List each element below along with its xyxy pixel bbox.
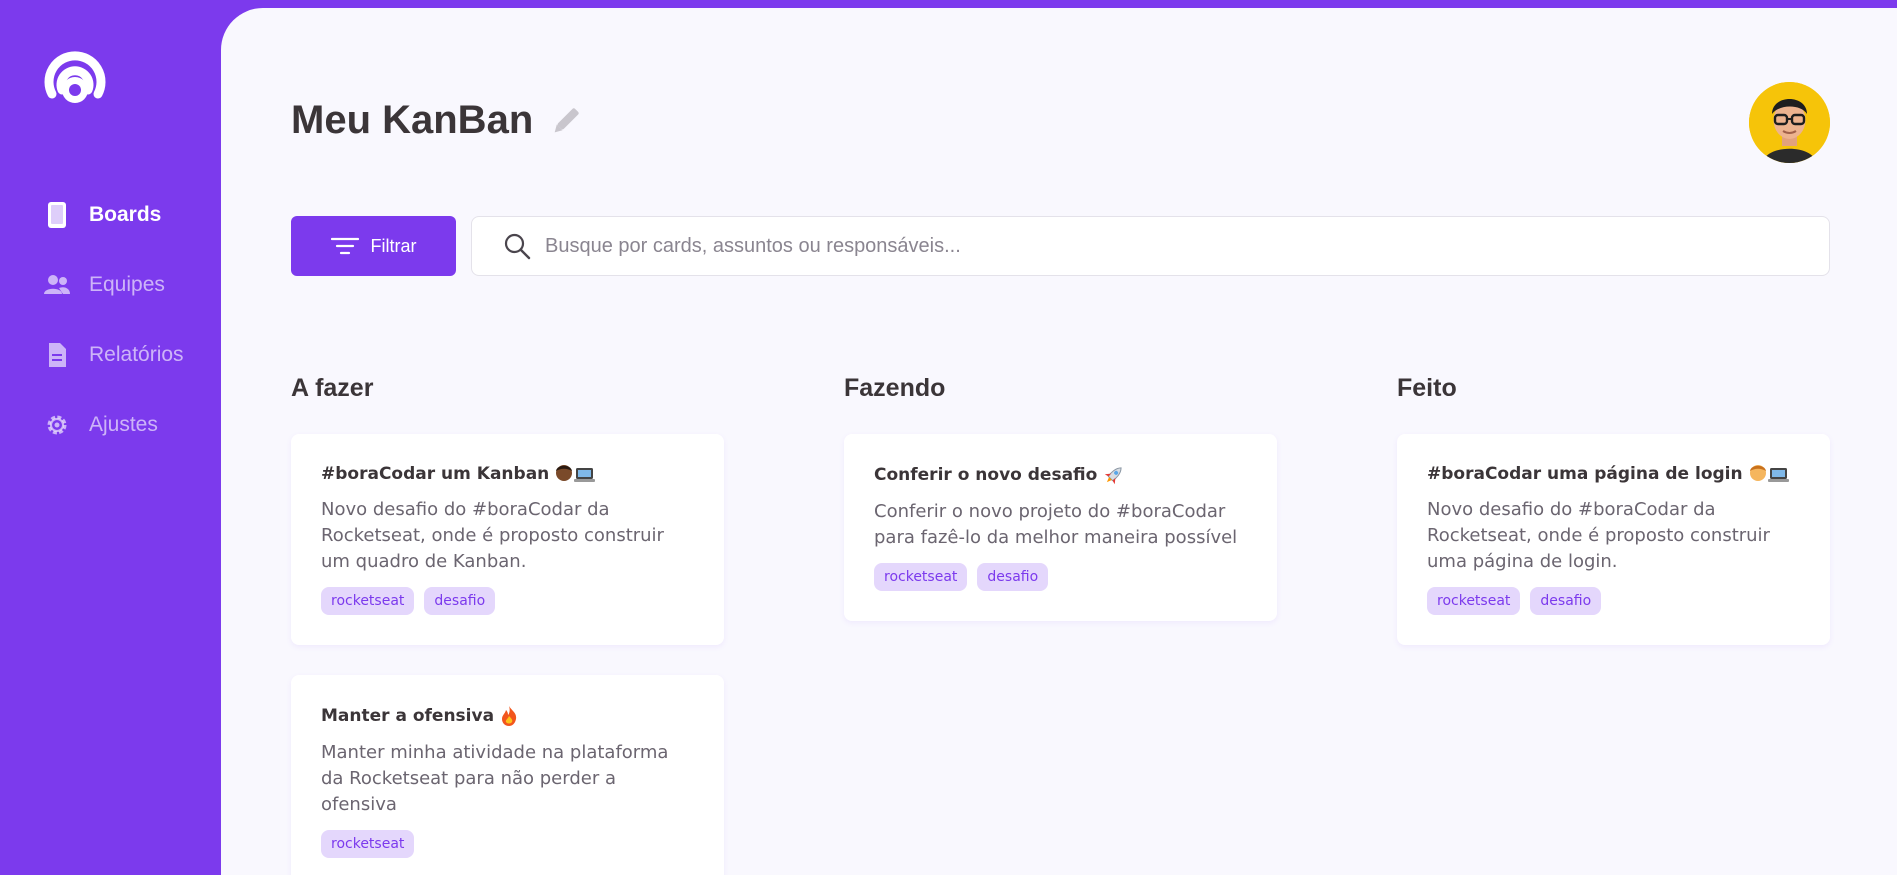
column-title: Fazendo <box>844 374 946 402</box>
column-title: A fazer <box>291 374 374 402</box>
search-box[interactable] <box>471 216 1830 276</box>
sidebar-item-label: Boards <box>89 203 162 226</box>
technologist-emoji <box>555 464 596 484</box>
sidebar-item-label: Ajustes <box>89 413 158 436</box>
card-description: Novo desafio do #boraCodar da Rocketseat… <box>1427 499 1770 572</box>
card-description: Conferir o novo projeto do #boraCodar pa… <box>874 501 1238 548</box>
card-tags: rocketseat <box>321 830 694 858</box>
sidebar-item-label: Relatórios <box>89 343 184 366</box>
sidebar-item-equipes[interactable]: Equipes <box>43 250 184 320</box>
card-title-text: #boraCodar um Kanban <box>321 464 550 484</box>
kanban-card[interactable]: #boraCodar um Kanban Novo desafio do #bo… <box>291 434 724 645</box>
sidebar-item-relatorios[interactable]: Relatórios <box>43 320 184 390</box>
card-title: #boraCodar um Kanban <box>321 464 694 484</box>
document-icon <box>43 341 71 369</box>
tag[interactable]: desafio <box>1530 587 1602 615</box>
column-fazendo: Fazendo Conferir o novo desafio Conferir… <box>844 374 1277 651</box>
card-title: Manter a ofensiva <box>321 705 694 727</box>
sidebar-nav: Boards Equipes Relatórios Ajustes <box>43 180 184 460</box>
sidebar-item-label: Equipes <box>89 273 165 296</box>
gear-icon <box>43 411 71 439</box>
kanban-card[interactable]: Manter a ofensiva Manter minha atividade… <box>291 675 724 875</box>
tag[interactable]: desafio <box>977 563 1049 591</box>
kanban-card[interactable]: #boraCodar uma página de login Novo desa… <box>1397 434 1830 645</box>
tag[interactable]: rocketseat <box>321 830 415 858</box>
card-tags: rocketseat desafio <box>1427 587 1800 615</box>
card-title-text: Manter a ofensiva <box>321 706 495 726</box>
main-content: Meu KanBan Filtrar Busque por cards, ass… <box>221 8 1897 875</box>
search-input[interactable] <box>545 234 1745 258</box>
filter-button-label: Filtrar <box>370 235 417 256</box>
sidebar-item-boards[interactable]: Boards <box>43 180 184 250</box>
sidebar-item-ajustes[interactable]: Ajustes <box>43 390 184 460</box>
card-description: Novo desafio do #boraCodar da Rocketseat… <box>321 499 664 572</box>
search-icon <box>504 233 531 260</box>
card-tags: rocketseat desafio <box>874 563 1247 591</box>
card-tags: rocketseat desafio <box>321 587 694 615</box>
rocket-emoji <box>1103 464 1125 486</box>
rocketseat-logo-icon[interactable] <box>42 36 108 108</box>
technologist-emoji <box>1749 464 1789 484</box>
users-icon <box>43 271 71 299</box>
card-description: Manter minha atividade na plataforma da … <box>321 742 669 815</box>
user-avatar[interactable] <box>1749 82 1830 163</box>
filter-icon <box>330 237 359 255</box>
card-title-text: Conferir o novo desafio <box>874 465 1098 485</box>
filter-button[interactable]: Filtrar <box>291 216 456 276</box>
card-title-text: #boraCodar uma página de login <box>1427 464 1743 484</box>
pencil-icon[interactable] <box>549 104 583 138</box>
tag[interactable]: rocketseat <box>321 587 415 615</box>
tag[interactable]: rocketseat <box>874 563 968 591</box>
kanban-card[interactable]: Conferir o novo desafio Conferir o novo … <box>844 434 1277 621</box>
tag[interactable]: rocketseat <box>1427 587 1521 615</box>
tablet-icon <box>43 201 71 229</box>
fire-emoji <box>500 705 518 727</box>
column-feito: Feito #boraCodar uma página de login Nov… <box>1397 374 1830 675</box>
page-title: Meu KanBan <box>291 98 534 142</box>
card-title: #boraCodar uma página de login <box>1427 464 1800 484</box>
column-a-fazer: A fazer #boraCodar um Kanban Novo desafi… <box>291 374 724 875</box>
column-title: Feito <box>1397 374 1457 402</box>
tag[interactable]: desafio <box>424 587 496 615</box>
sidebar: Boards Equipes Relatórios Ajustes <box>0 0 221 875</box>
card-title: Conferir o novo desafio <box>874 464 1247 486</box>
